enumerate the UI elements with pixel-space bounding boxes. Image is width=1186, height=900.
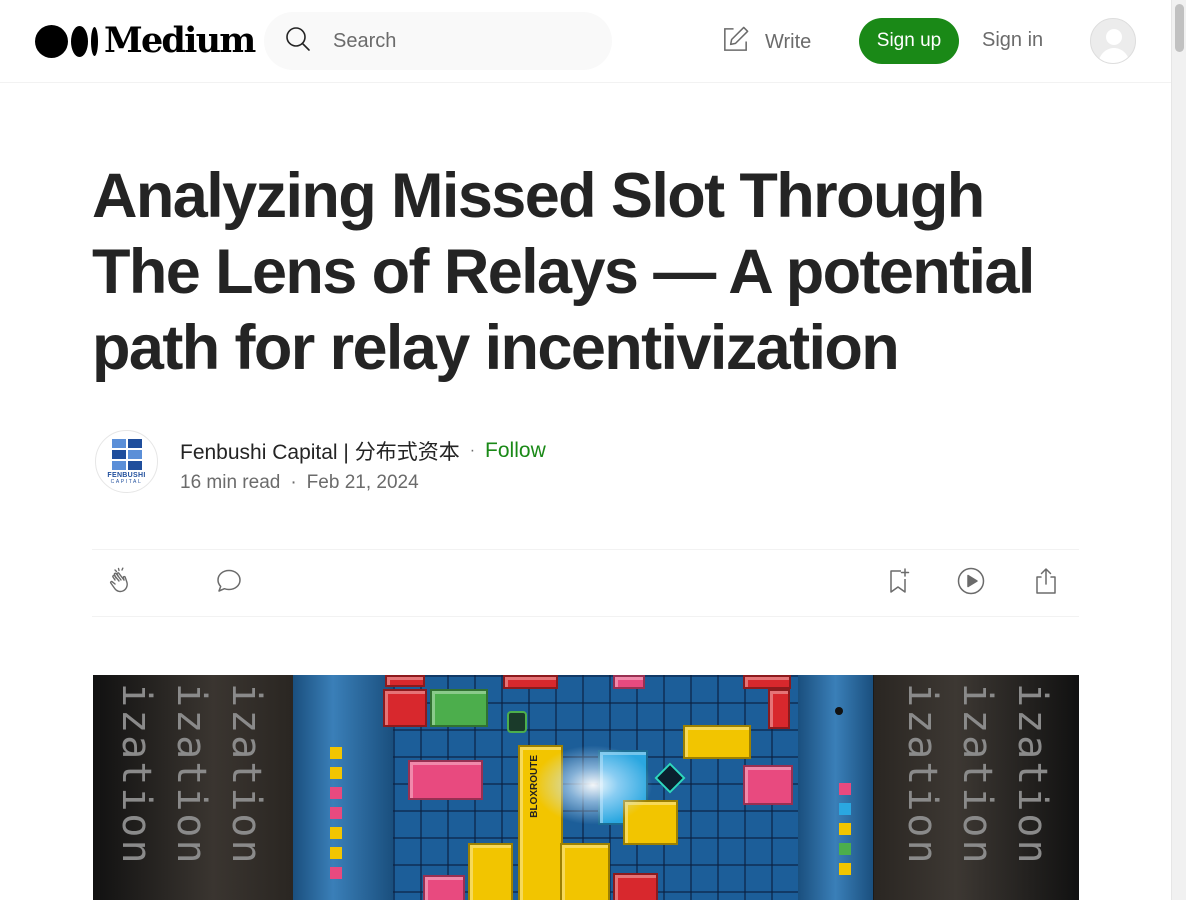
author-name[interactable]: Fenbushi Capital | 分布式资本 — [180, 436, 460, 466]
comment-icon — [214, 566, 244, 601]
hero-decoration — [839, 823, 851, 835]
bookmark-button[interactable] — [882, 566, 916, 600]
hero-tile — [683, 725, 751, 759]
hero-chalk-text: ization — [954, 683, 1000, 866]
hero-tile — [385, 675, 425, 687]
hero-decoration — [839, 843, 851, 855]
author-avatar-text: FENBUSHI — [107, 471, 146, 479]
user-avatar-icon[interactable] — [1090, 18, 1136, 64]
hero-tile — [503, 675, 558, 689]
share-button[interactable] — [1029, 566, 1063, 600]
hero-decoration — [507, 711, 527, 733]
hero-tile — [468, 843, 513, 900]
bookmark-icon — [884, 566, 914, 601]
clap-icon — [106, 566, 136, 601]
read-time: 16 min read — [180, 472, 281, 493]
hero-tile-label: BLOXROUTE — [529, 755, 540, 818]
hero-decoration — [330, 747, 342, 759]
listen-button[interactable] — [954, 566, 988, 600]
hero-tile — [613, 873, 658, 900]
hero-pillar — [293, 675, 393, 900]
author-line: Fenbushi Capital | 分布式资本 · Follow — [180, 436, 546, 466]
search-icon — [284, 25, 312, 58]
author-avatar[interactable]: FENBUSHI CAPITAL — [95, 430, 158, 493]
scrollbar-thumb[interactable] — [1175, 4, 1184, 52]
author-avatar-subtext: CAPITAL — [110, 478, 143, 485]
write-label: Write — [765, 31, 812, 53]
hero-tile — [430, 689, 488, 727]
hero-tile — [560, 843, 610, 900]
search-input[interactable] — [333, 29, 583, 53]
comment-button[interactable] — [212, 566, 246, 600]
publish-date: Feb 21, 2024 — [306, 472, 419, 493]
hero-tile — [383, 689, 427, 727]
hero-chalk-text: ization — [223, 683, 269, 866]
page-scrollbar[interactable] — [1171, 0, 1186, 900]
write-icon — [720, 24, 751, 61]
hero-decoration — [330, 767, 342, 779]
hero-decoration — [839, 803, 851, 815]
hero-tile — [743, 765, 793, 805]
medium-logo[interactable]: Medium — [35, 20, 256, 61]
hero-tile — [408, 760, 483, 800]
separator-dot: · — [290, 472, 297, 493]
hero-decoration — [835, 707, 843, 715]
hero-chalkboard-left: ization ization ization — [93, 675, 293, 900]
hero-chalk-text: ization — [899, 683, 945, 866]
hero-decoration — [330, 847, 342, 859]
hero-chalk-text: ization — [168, 683, 214, 866]
write-button[interactable]: Write — [720, 24, 811, 61]
hero-chalk-text: ization — [1009, 683, 1055, 866]
medium-logo-mark — [35, 24, 98, 58]
follow-button[interactable]: Follow — [485, 439, 546, 463]
hero-decoration — [330, 787, 342, 799]
article-action-bar — [92, 549, 1079, 617]
hero-tile — [423, 875, 465, 900]
hero-image: ization ization ization ization ization … — [93, 675, 1079, 900]
fenbushi-logo-icon — [111, 438, 142, 470]
hero-tile — [743, 675, 791, 689]
hero-decoration — [330, 807, 342, 819]
hero-glow — [533, 745, 653, 825]
search-bar[interactable] — [264, 12, 612, 70]
sign-in-link[interactable]: Sign in — [982, 29, 1043, 52]
hero-decoration — [330, 867, 342, 879]
sign-up-button[interactable]: Sign up — [859, 18, 959, 64]
hero-tile — [613, 675, 645, 689]
hero-decoration — [839, 863, 851, 875]
article-meta: 16 min read · Feb 21, 2024 — [180, 472, 419, 494]
hero-tile — [768, 689, 790, 729]
hero-chalkboard-right: ization ization ization — [874, 675, 1079, 900]
listen-icon — [956, 566, 986, 601]
separator-dot: · — [469, 442, 476, 459]
hero-decoration — [839, 783, 851, 795]
clap-button[interactable] — [104, 566, 138, 600]
share-icon — [1031, 566, 1061, 601]
top-navigation-bar: Medium Write Sign up Sign in — [0, 0, 1171, 83]
hero-chalk-text: ization — [113, 683, 159, 866]
medium-logo-wordmark: Medium — [104, 20, 256, 61]
article-title: Analyzing Missed Slot Through The Lens o… — [92, 161, 1035, 383]
hero-decoration — [330, 827, 342, 839]
